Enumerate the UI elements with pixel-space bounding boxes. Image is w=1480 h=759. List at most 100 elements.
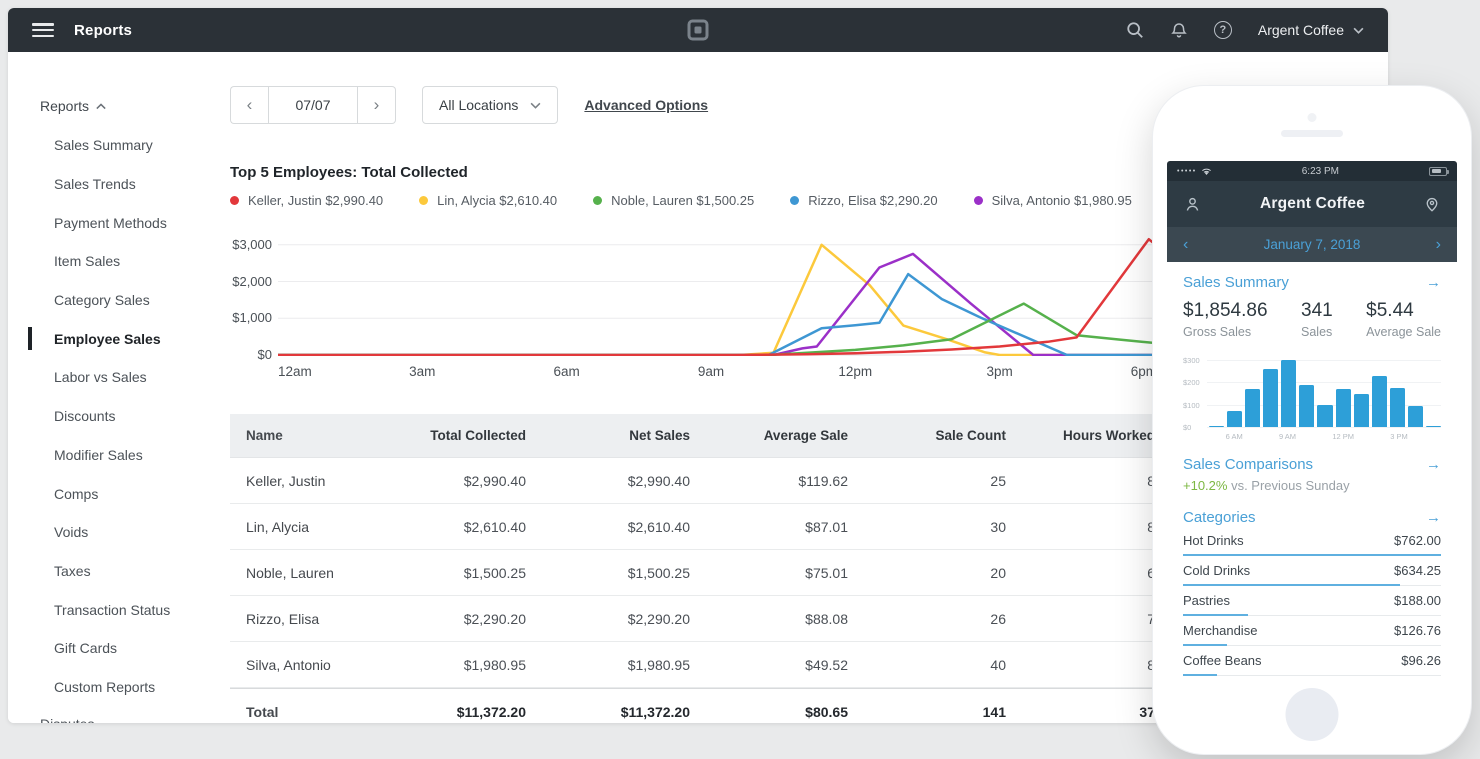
notifications-bell-icon[interactable] [1170, 21, 1188, 39]
phone-date-label: January 7, 2018 [1264, 237, 1361, 252]
phone-app-header: Argent Coffee [1167, 181, 1457, 227]
previous-date-button[interactable]: ‹ [230, 86, 268, 124]
sidebar-item-category-sales[interactable]: Category Sales [8, 281, 222, 320]
table-cell: 7 [1006, 611, 1155, 627]
table-row: Silva, Antonio$1,980.95$1,980.95$49.5240… [230, 642, 1155, 688]
line-series-lin-alycia [278, 245, 1168, 355]
bar [1227, 411, 1242, 427]
locations-label: All Locations [439, 97, 518, 113]
previous-day-button[interactable]: ‹ [1183, 237, 1188, 253]
phone-mockup: ••••• 6:23 PM Argent Coffee ‹ January 7,… [1152, 85, 1472, 755]
sidebar-item-sales-trends[interactable]: Sales Trends [8, 165, 222, 204]
sidebar-item-payment-methods[interactable]: Payment Methods [8, 203, 222, 242]
sidebar-item-employee-sales[interactable]: Employee Sales [8, 319, 222, 358]
table-row: Rizzo, Elisa$2,290.20$2,290.20$88.08267 [230, 596, 1155, 642]
x-axis-labels: 6 AM9 AM12 PM3 PM [1209, 432, 1441, 441]
sidebar-item-label: Gift Cards [54, 640, 117, 656]
bar-rect [1354, 394, 1369, 427]
help-icon[interactable]: ? [1214, 21, 1232, 39]
column-header-average-sale[interactable]: Average Sale [690, 428, 848, 443]
gridline [1207, 427, 1441, 428]
sidebar-item-comps[interactable]: Comps [8, 474, 222, 513]
sidebar-item-transaction-status[interactable]: Transaction Status [8, 590, 222, 629]
sales-comparisons-header[interactable]: Sales Comparisons → [1183, 456, 1441, 473]
category-name: Coffee Beans [1183, 653, 1262, 668]
sidebar-section-reports[interactable]: Reports [8, 86, 222, 126]
category-row-hot-drinks[interactable]: Hot Drinks$762.00 [1183, 526, 1441, 556]
sales-comparisons-section: Sales Comparisons → +10.2% vs. Previous … [1183, 456, 1441, 493]
legend-item-noble-lauren: Noble, Lauren $1,500.25 [593, 193, 754, 208]
chevron-down-icon [1353, 27, 1364, 34]
bar [1354, 394, 1369, 427]
arrow-right-icon: → [1426, 456, 1441, 473]
sidebar-item-label: Comps [54, 486, 98, 502]
sidebar-section-label: Reports [40, 98, 89, 114]
category-row-pastries[interactable]: Pastries$188.00 [1183, 586, 1441, 616]
table-cell: $88.08 [690, 611, 848, 627]
locations-dropdown[interactable]: All Locations [422, 86, 558, 124]
table-body: Keller, Justin$2,990.40$2,990.40$119.622… [230, 458, 1155, 688]
table-cell: $2,290.20 [370, 611, 526, 627]
category-row-merchandise[interactable]: Merchandise$126.76 [1183, 616, 1441, 646]
table-total-row: Total$11,372.20$11,372.20$80.6514137 [230, 688, 1155, 723]
bar-rect [1372, 376, 1387, 427]
legend-item-silva-antonio: Silva, Antonio $1,980.95 [974, 193, 1132, 208]
sidebar-item-taxes[interactable]: Taxes [8, 552, 222, 591]
sidebar-item-sales-summary[interactable]: Sales Summary [8, 126, 222, 165]
sales-line-chart: $0$1,000$2,000$3,000 12am3am6am9am12pm3p… [230, 230, 1168, 388]
category-row-cold-drinks[interactable]: Cold Drinks$634.25 [1183, 556, 1441, 586]
account-menu[interactable]: Argent Coffee [1258, 22, 1364, 38]
next-date-button[interactable]: › [358, 86, 396, 124]
table-cell: $2,290.20 [526, 611, 690, 627]
bar-rect [1336, 389, 1351, 427]
column-header-net-sales[interactable]: Net Sales [526, 428, 690, 443]
advanced-options-link[interactable]: Advanced Options [584, 97, 708, 113]
category-value: $96.26 [1401, 653, 1441, 668]
sidebar-item-modifier-sales[interactable]: Modifier Sales [8, 436, 222, 475]
sidebar-item-labor-vs-sales[interactable]: Labor vs Sales [8, 358, 222, 397]
y-tick-label: $200 [1183, 378, 1200, 387]
bar [1426, 426, 1441, 427]
table-cell: 8 [1006, 519, 1155, 535]
column-header-total-collected[interactable]: Total Collected [370, 428, 526, 443]
column-header-name[interactable]: Name [230, 428, 370, 443]
bar-rect [1317, 405, 1332, 428]
table-cell: $2,610.40 [526, 519, 690, 535]
location-pin-icon[interactable] [1423, 195, 1441, 213]
stat-value: 341 [1301, 300, 1333, 322]
x-tick-label: 3pm [986, 364, 1012, 379]
sidebar-section-disputes[interactable]: Disputes [40, 716, 94, 723]
home-button[interactable] [1286, 688, 1339, 741]
summary-stat-gross-sales: $1,854.86Gross Sales [1183, 300, 1268, 339]
sales-summary-header[interactable]: Sales Summary → [1183, 274, 1441, 291]
column-header-sale-count[interactable]: Sale Count [848, 428, 1006, 443]
category-row-coffee-beans[interactable]: Coffee Beans $96.26 [1183, 646, 1441, 676]
sidebar-item-label: Employee Sales [54, 331, 161, 347]
sidebar-item-discounts[interactable]: Discounts [8, 397, 222, 436]
date-input[interactable]: 07/07 [268, 86, 358, 124]
sidebar-item-gift-cards[interactable]: Gift Cards [8, 629, 222, 668]
categories-title: Categories [1183, 509, 1256, 526]
x-tick-label: 6 AM [1226, 432, 1243, 441]
phone-clock: 6:23 PM [1212, 166, 1429, 177]
sidebar-item-item-sales[interactable]: Item Sales [8, 242, 222, 281]
category-value: $634.25 [1394, 563, 1441, 578]
y-tick-label: $3,000 [232, 237, 272, 252]
profile-icon[interactable] [1183, 195, 1202, 214]
next-day-button[interactable]: › [1436, 237, 1441, 253]
y-tick-label: $300 [1183, 356, 1200, 365]
x-tick-label [1209, 432, 1223, 441]
bar [1299, 385, 1314, 427]
phone-screen: ••••• 6:23 PM Argent Coffee ‹ January 7,… [1167, 161, 1457, 687]
search-icon[interactable] [1126, 21, 1144, 39]
hamburger-menu-icon[interactable] [32, 23, 54, 37]
legend-item-rizzo-elisa: Rizzo, Elisa $2,290.20 [790, 193, 937, 208]
sidebar-item-label: Sales Summary [54, 137, 153, 153]
column-header-hours-worked[interactable]: Hours Worked [1006, 428, 1155, 443]
categories-header[interactable]: Categories → [1183, 509, 1441, 526]
sidebar-item-voids[interactable]: Voids [8, 513, 222, 552]
x-tick-label [1246, 432, 1260, 441]
table-cell: $11,372.20 [370, 704, 526, 720]
table-cell: 26 [848, 611, 1006, 627]
sidebar-item-custom-reports[interactable]: Custom Reports [8, 668, 222, 707]
